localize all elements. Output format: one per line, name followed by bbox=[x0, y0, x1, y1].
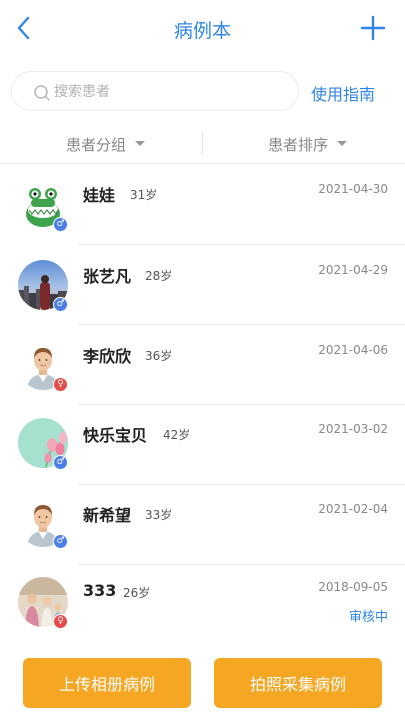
filter-divider bbox=[202, 132, 203, 154]
gender-badge-female: ♀ bbox=[53, 377, 68, 392]
patient-name: 333 bbox=[83, 581, 117, 600]
patient-age: 42岁 bbox=[163, 428, 191, 442]
review-status-badge: 审核中 bbox=[348, 610, 388, 625]
patient-row[interactable]: ♂ 娃娃 31岁 2021-04-30 bbox=[0, 165, 405, 245]
plus-icon bbox=[360, 15, 386, 41]
patient-date: 2021-02-04 bbox=[318, 502, 388, 516]
patient-sort-label: 患者排序 bbox=[268, 136, 329, 154]
patient-row[interactable]: ♂ 新希望 33岁 2021-02-04 bbox=[0, 485, 405, 565]
caret-down-icon bbox=[337, 141, 348, 146]
upload-album-case-button[interactable]: 上传相册病例 bbox=[23, 658, 191, 708]
nav-bar: 病例本 bbox=[0, 0, 405, 56]
caret-down-icon bbox=[135, 141, 146, 146]
search-box[interactable] bbox=[11, 71, 299, 111]
page-title: 病例本 bbox=[173, 20, 231, 42]
bottom-action-bar: 上传相册病例 拍照采集病例 bbox=[0, 646, 405, 720]
patient-row[interactable]: ♂ 张艺凡 28岁 2021-04-29 bbox=[0, 245, 405, 325]
patient-date: 2021-04-06 bbox=[318, 343, 388, 357]
patient-date: 2021-03-02 bbox=[318, 422, 388, 436]
search-input[interactable] bbox=[54, 80, 284, 104]
gender-badge-male: ♂ bbox=[53, 217, 68, 232]
patient-row[interactable]: ♂ 快乐宝贝 42岁 2021-03-02 bbox=[0, 405, 405, 485]
patient-sort-dropdown[interactable]: 患者排序 bbox=[268, 134, 348, 155]
patient-row[interactable]: ♀ 333 26岁 2018-09-05 审核中 bbox=[0, 565, 405, 645]
gender-badge-male: ♂ bbox=[53, 297, 68, 312]
patient-name: 张艺凡 bbox=[83, 267, 132, 286]
add-patient-button[interactable] bbox=[355, 10, 391, 46]
patient-group-label: 患者分组 bbox=[66, 136, 127, 154]
search-icon bbox=[34, 85, 50, 101]
patient-age: 36岁 bbox=[145, 349, 173, 363]
filter-bar: 患者分组 患者排序 bbox=[0, 124, 405, 164]
gender-badge-male: ♂ bbox=[53, 455, 68, 470]
patient-name: 快乐宝贝 bbox=[83, 426, 148, 445]
usage-guide-link[interactable]: 使用指南 bbox=[311, 81, 375, 105]
patient-name: 李欣欣 bbox=[83, 347, 132, 366]
patient-age: 31岁 bbox=[130, 188, 158, 202]
patient-age: 26岁 bbox=[123, 586, 151, 600]
photo-collect-case-button[interactable]: 拍照采集病例 bbox=[214, 658, 382, 708]
gender-badge-female: ♀ bbox=[53, 614, 68, 629]
patient-name: 娃娃 bbox=[83, 186, 116, 205]
patient-row[interactable]: ♀ 李欣欣 36岁 2021-04-06 bbox=[0, 325, 405, 405]
search-row: 使用指南 bbox=[0, 66, 405, 118]
patient-group-dropdown[interactable]: 患者分组 bbox=[66, 134, 146, 155]
patient-date: 2021-04-30 bbox=[318, 182, 388, 196]
patient-age: 28岁 bbox=[145, 269, 173, 283]
patient-age: 33岁 bbox=[145, 508, 173, 522]
gender-badge-male: ♂ bbox=[53, 534, 68, 549]
patient-date: 2021-04-29 bbox=[318, 263, 388, 277]
patient-date: 2018-09-05 bbox=[318, 580, 388, 594]
patient-name: 新希望 bbox=[83, 506, 132, 525]
